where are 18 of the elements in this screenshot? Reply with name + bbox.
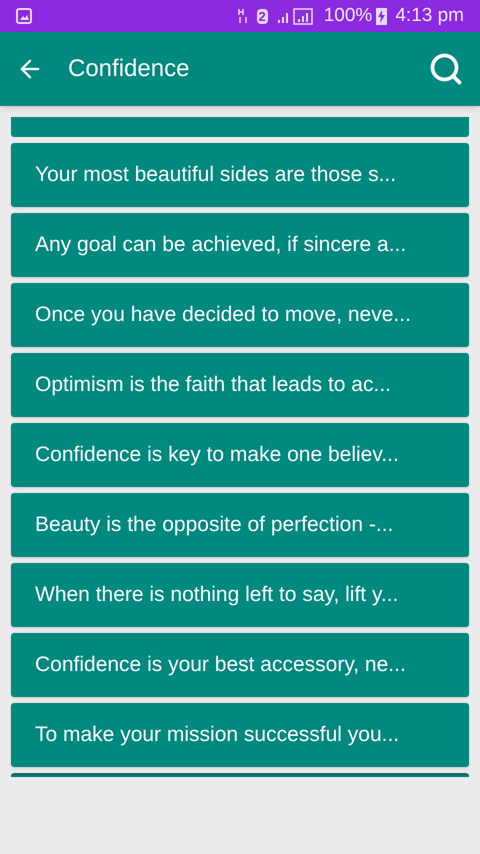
signal-icon bbox=[276, 7, 316, 25]
quote-card[interactable]: Beauty is the opposite of perfection -... bbox=[11, 493, 469, 557]
quote-card[interactable]: Once you have decided to move, neve... bbox=[11, 283, 469, 347]
network-icon bbox=[236, 7, 248, 25]
quote-card[interactable]: Optimism is the faith that leads to ac... bbox=[11, 353, 469, 417]
quote-card[interactable]: Your most beautiful sides are those s... bbox=[11, 143, 469, 207]
sim-icon: 2 bbox=[256, 8, 268, 24]
search-icon[interactable] bbox=[428, 51, 464, 87]
battery-percent: 100% bbox=[324, 4, 372, 28]
quote-card[interactable]: When there is nothing left to say, lift y... bbox=[11, 563, 469, 627]
quote-card[interactable]: To make your mission successful you... bbox=[11, 703, 469, 767]
quote-card[interactable]: Any goal can be achieved, if sincere a... bbox=[11, 213, 469, 277]
image-icon bbox=[16, 8, 32, 24]
clock: 4:13 pm bbox=[395, 4, 464, 28]
battery-charging-icon bbox=[376, 7, 388, 25]
screen-title: Confidence bbox=[68, 54, 190, 84]
quote-card[interactable]: Confidence is your best accessory, ne... bbox=[11, 633, 469, 697]
quote-card[interactable]: Confidence is key to make one believ... bbox=[11, 423, 469, 487]
